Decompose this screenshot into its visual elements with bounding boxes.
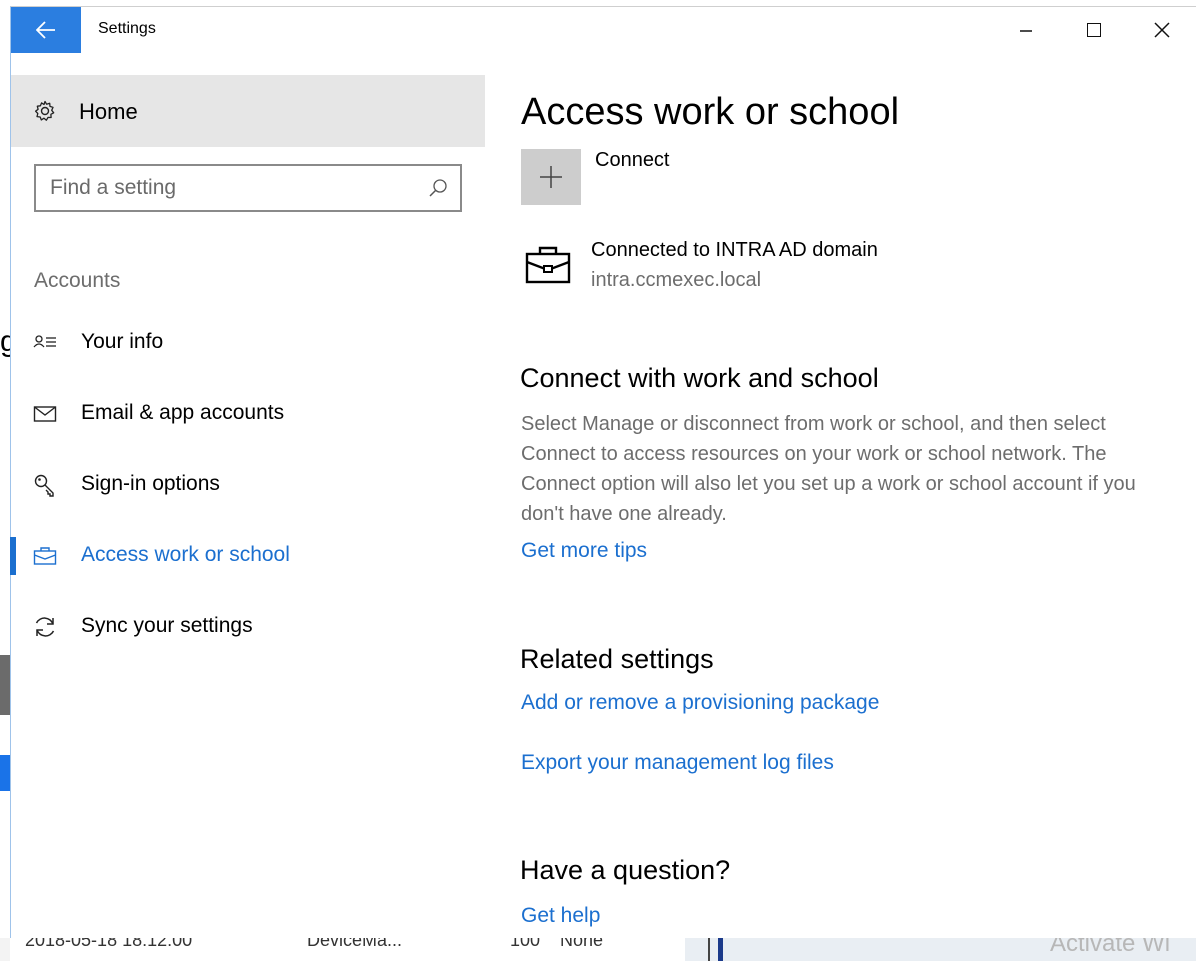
sidebar-item-label: Sign-in options	[81, 472, 220, 495]
sidebar-home[interactable]: Home	[11, 75, 485, 147]
sidebar-item-label: Email & app accounts	[81, 401, 285, 424]
sidebar-item-label: Your info	[81, 330, 164, 353]
export-logs-link[interactable]: Export your management log files	[521, 751, 834, 775]
log-source: DeviceMa...	[307, 938, 403, 950]
log-id: 100	[510, 938, 541, 950]
sidebar-item-email-accounts[interactable]: Email & app accounts	[11, 389, 485, 439]
close-icon	[1154, 22, 1170, 38]
background-selection-fragment	[0, 755, 10, 791]
background-window-bottom: 2018-05-18 18:12:00 DeviceMa... 100 None…	[0, 938, 1196, 961]
account-name: Connected to INTRA AD domain	[591, 239, 878, 261]
minimize-icon	[1020, 30, 1032, 32]
sync-icon	[35, 617, 55, 637]
sidebar-item-sign-in-options[interactable]: Sign-in options	[11, 460, 485, 510]
briefcase-icon	[525, 246, 571, 284]
get-more-tips-link[interactable]: Get more tips	[521, 539, 647, 563]
briefcase-icon	[33, 547, 57, 565]
background-text-fragment: g	[0, 325, 10, 358]
sidebar-item-sync-settings[interactable]: Sync your settings	[11, 602, 485, 652]
connect-section-heading: Connect with work and school	[520, 363, 879, 393]
get-help-link[interactable]: Get help	[521, 904, 600, 928]
search-icon[interactable]	[428, 178, 448, 198]
sidebar-home-label: Home	[79, 99, 138, 124]
sidebar-item-label: Sync your settings	[81, 614, 253, 637]
connect-button[interactable]	[521, 149, 581, 205]
key-icon	[34, 474, 54, 497]
log-timestamp: 2018-05-18 18:12:00	[25, 938, 193, 950]
provisioning-package-link[interactable]: Add or remove a provisioning package	[521, 691, 879, 715]
desktop-background-strip	[0, 0, 10, 961]
back-button[interactable]	[11, 7, 81, 53]
connected-account[interactable]: Connected to INTRA AD domain intra.ccmex…	[521, 237, 1161, 297]
maximize-button[interactable]	[1061, 7, 1127, 53]
sidebar: Home Accounts Your info	[10, 53, 485, 939]
gear-icon	[34, 100, 55, 121]
sidebar-item-your-info[interactable]: Your info	[11, 318, 485, 368]
sidebar-item-access-work-school[interactable]: Access work or school	[10, 531, 485, 581]
maximize-icon	[1087, 23, 1101, 37]
person-list-icon	[33, 335, 56, 348]
sidebar-section-label: Accounts	[34, 269, 121, 292]
connect-section-description: Select Manage or disconnect from work or…	[521, 413, 1136, 525]
related-settings-heading: Related settings	[520, 644, 714, 674]
background-accent-bar	[718, 938, 723, 961]
page-title: Access work or school	[521, 91, 900, 133]
background-window-fragment	[0, 655, 10, 715]
main-content: Access work or school Connect Connected …	[485, 53, 1196, 939]
background-divider	[708, 938, 710, 961]
close-button[interactable]	[1129, 7, 1195, 53]
activate-windows-watermark: Activate Wi	[1050, 938, 1171, 957]
account-domain: intra.ccmexec.local	[591, 269, 762, 291]
background-log-row: 2018-05-18 18:12:00 DeviceMa... 100 None	[10, 938, 685, 961]
connect-label[interactable]: Connect	[595, 149, 670, 172]
search-input[interactable]	[50, 174, 410, 202]
sidebar-item-label: Access work or school	[81, 543, 290, 566]
question-heading: Have a question?	[520, 855, 731, 885]
window-title: Settings	[98, 20, 156, 37]
log-value: None	[560, 938, 604, 950]
minimize-button[interactable]	[993, 7, 1059, 53]
active-indicator	[10, 537, 16, 575]
envelope-icon	[33, 406, 57, 422]
plus-icon	[540, 166, 562, 188]
search-box	[34, 164, 462, 212]
title-bar: Settings	[11, 7, 1196, 53]
back-arrow-icon	[36, 21, 55, 39]
settings-window: Settings Home Accounts	[10, 6, 1196, 938]
